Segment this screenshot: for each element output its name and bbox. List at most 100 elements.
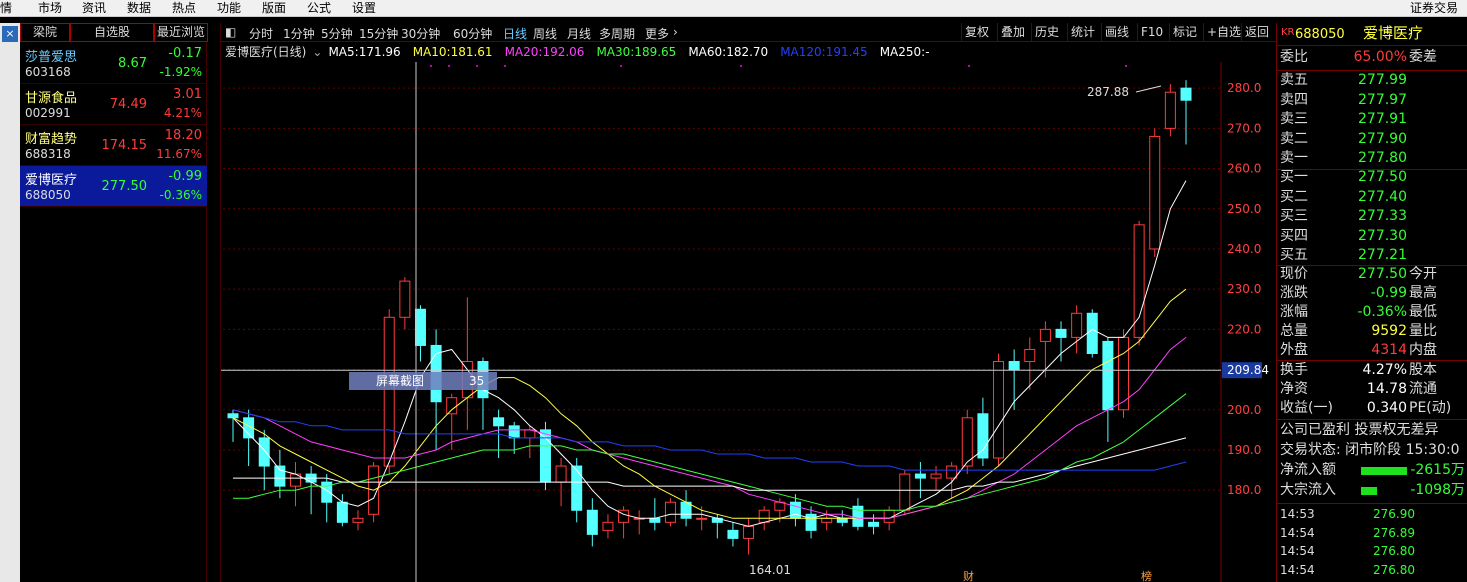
menu-item[interactable]: 设置: [352, 0, 376, 16]
period-tab[interactable]: 更多: [645, 25, 669, 42]
toolbar-button[interactable]: 叠加: [997, 23, 1028, 42]
stat2-row-value: 4.27%: [1362, 362, 1407, 378]
period-tab[interactable]: 多周期: [599, 25, 635, 42]
watchlist-item[interactable]: 甘源食品 002991 74.49 3.01 4.21%: [20, 84, 207, 125]
stock-name: 莎普爱思: [25, 50, 78, 65]
y-tick-label: 220.0: [1227, 322, 1261, 336]
watchlist-item[interactable]: 财富趋势 688318 174.15 18.20 11.67%: [20, 125, 207, 166]
bid-row: 买四 277.30: [1277, 227, 1467, 246]
period-tab[interactable]: 60分钟: [453, 25, 492, 42]
menu-item[interactable]: 情: [0, 0, 12, 16]
ma-label: MA60:: [688, 45, 727, 59]
candle: [946, 462, 958, 499]
menu-item[interactable]: 版面: [262, 0, 286, 16]
stock-change: 3.01: [173, 87, 202, 102]
kline-chart[interactable]: 280.0270.0260.0250.0240.0230.0220.0210.0…: [221, 62, 1277, 582]
notice-row: 公司已盈利 投票权无差异: [1277, 421, 1467, 440]
bid-row-label: 买三: [1280, 208, 1308, 224]
watchlist-tab[interactable]: 最近浏览: [154, 23, 208, 42]
candle: [868, 514, 880, 535]
watchlist-tab[interactable]: 自选股: [70, 23, 154, 42]
toolbar-button[interactable]: 画线: [1101, 23, 1132, 42]
tick-row: 14:53 276.90: [1277, 505, 1467, 523]
top-marker: [476, 65, 478, 67]
ask-row: 卖五 277.99: [1277, 71, 1467, 90]
bid-row: 买五 277.21: [1277, 246, 1467, 265]
stat2-row-label2: 股本: [1409, 362, 1437, 378]
toolbar-button[interactable]: F10: [1137, 23, 1166, 42]
ask-row-label: 卖一: [1280, 150, 1308, 166]
stat-row-value: -0.99: [1370, 285, 1407, 301]
bid-row-label: 买四: [1280, 227, 1308, 244]
flow-bar: [1361, 487, 1377, 495]
menu-bar: 情 市场 资讯 数据 热点 功能 版面 公式 设置 证券交易: [0, 0, 1467, 17]
watchlist-panel: 梁院 自选股 最近浏览 莎普爱思 603168 8.67 -0.17 -1.92% 甘源食品 00…: [20, 23, 208, 582]
ma-legend-item: MA120:191.45: [780, 45, 874, 59]
toolbar-button[interactable]: 返回: [1241, 23, 1272, 42]
tooltip-value: 35: [469, 374, 484, 388]
stock-name: 爱博医疗: [25, 173, 78, 188]
stat-row-label: 涨幅: [1280, 304, 1308, 320]
toolbar-button[interactable]: 历史: [1031, 23, 1062, 42]
menu-item[interactable]: 数据: [127, 0, 151, 16]
top-marker: [620, 65, 622, 67]
bid-row: 买三 277.33: [1277, 207, 1467, 226]
watchlist-item[interactable]: 莎普爱思 603168 8.67 -0.17 -1.92%: [20, 43, 207, 84]
candle: [1118, 329, 1130, 418]
candle: [649, 498, 661, 531]
chevron-down-icon[interactable]: ⌄: [312, 45, 322, 59]
stat2-row-value: 0.340: [1366, 400, 1407, 416]
candle: [633, 510, 645, 535]
menu-item[interactable]: 功能: [217, 0, 241, 16]
stat2-row-label: 换手: [1280, 362, 1308, 378]
period-tab[interactable]: 分时: [249, 25, 273, 42]
menu-item[interactable]: 资讯: [82, 0, 106, 16]
ask-row-label: 卖四: [1280, 91, 1308, 108]
ma-line-ma120: [232, 409, 1187, 471]
period-tab[interactable]: 30分钟: [401, 25, 440, 42]
candle: [383, 309, 395, 475]
toolbar-button[interactable]: 复权: [961, 23, 992, 42]
period-tab[interactable]: 周线: [533, 25, 557, 42]
stat-row-label2: 内盘: [1409, 342, 1437, 358]
toolbar-button[interactable]: 标记: [1169, 23, 1200, 42]
bid-row: 买一 277.50: [1277, 168, 1467, 187]
toolbar-button[interactable]: +自选: [1203, 23, 1244, 42]
stock-price: 277.50: [101, 179, 148, 194]
stock-code: 603168: [25, 65, 71, 79]
stock-pct: -0.36%: [159, 188, 202, 202]
bid-row-label: 买二: [1280, 188, 1308, 205]
menu-item[interactable]: 市场: [38, 0, 62, 16]
menu-item[interactable]: 公式: [307, 0, 331, 16]
toolbar-button[interactable]: 统计: [1067, 23, 1098, 42]
panel-toggle-icon[interactable]: ◧: [225, 25, 236, 39]
period-tab[interactable]: 5分钟: [321, 25, 353, 42]
ask-row: 卖四 277.97: [1277, 91, 1467, 110]
watchlist-tab[interactable]: 梁院: [20, 23, 70, 42]
candle: [477, 357, 489, 430]
stat2-row-label2: PE(动): [1409, 400, 1452, 416]
tick-time: 14:54: [1280, 544, 1315, 558]
period-tab[interactable]: 15分钟: [359, 25, 398, 42]
period-tab[interactable]: 日线: [503, 25, 527, 42]
watchlist-item[interactable]: 爱博医疗 688050 277.50 -0.99 -0.36%: [20, 166, 207, 207]
candle: [961, 409, 973, 475]
menu-trade[interactable]: 证券交易: [1410, 0, 1458, 16]
weicha-label: 委差: [1409, 49, 1437, 65]
stat-row: 涨跌 -0.99 最高: [1277, 284, 1467, 303]
chart-title: 爱博医疗(日线): [225, 45, 307, 59]
tick-price: 276.80: [1373, 544, 1415, 558]
bid-row-value: 277.40: [1358, 188, 1407, 205]
stat2-row-value: 14.78: [1366, 381, 1407, 397]
y-tick-label: 280.0: [1227, 81, 1261, 95]
ma-value: 182.70: [726, 45, 769, 59]
period-tab[interactable]: 月线: [567, 25, 591, 42]
event-marker: 榜: [1141, 569, 1152, 582]
menu-item[interactable]: 热点: [172, 0, 196, 16]
period-tab[interactable]: 1分钟: [283, 25, 315, 42]
ma-legend-item: MA20:192.06: [505, 45, 591, 59]
stat2-row: 净资 14.78 流通: [1277, 380, 1467, 399]
close-icon[interactable]: ×: [2, 26, 18, 42]
more-arrow-icon[interactable]: ›: [673, 25, 678, 39]
stock-name: 财富趋势: [25, 132, 78, 147]
